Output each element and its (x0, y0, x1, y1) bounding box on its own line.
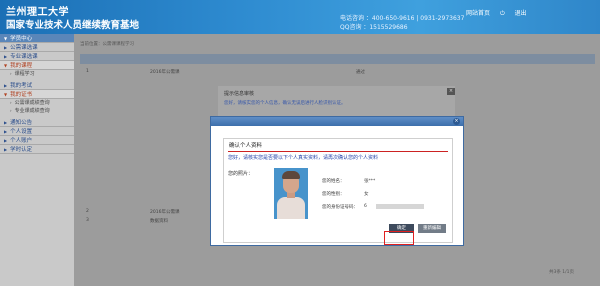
triangle-icon: ▶ (4, 129, 8, 134)
sidebar-item-notices[interactable]: ▶ 通知公告 (0, 118, 74, 127)
breadcrumb: 当前位置：公需课课程学习 (80, 42, 134, 47)
qq-info: QQ咨询 ：1515529686 (340, 24, 408, 31)
sidebar-item-settings[interactable]: ▶ 个人设置 (0, 127, 74, 136)
table-header (80, 54, 595, 64)
sidebar-sub-pro-score[interactable]: › 专业课成绩查询 (0, 107, 74, 115)
university-name: 兰州理工大学 (6, 7, 69, 18)
sidebar-item-my-courses[interactable]: ▼ 我的课程 (0, 61, 74, 70)
triangle-icon: ▶ (4, 45, 8, 50)
site-header: 兰州理工大学 国家专业技术人员继续教育基地 电话咨询 ：400-650-9616… (0, 0, 600, 34)
pagination: 共3条 1/1页 (549, 270, 575, 275)
photo-label: 您的照片： (228, 171, 254, 177)
contact-info: 电话咨询 ：400-650-9616 | 0931-2973637 QQ咨询 ：… (340, 14, 464, 32)
background-dialog-note: 您好，请核实您的个人信息，确认无误后进行人脸识别认证。 (224, 101, 346, 106)
background-dialog-title: 提示信息审核 (224, 91, 255, 97)
divider (228, 151, 448, 152)
dialog-titlebar (211, 117, 463, 126)
triangle-icon: › (10, 108, 12, 113)
notice-text: 您好，请核实您是否要以下个人真实资料，请再次确认您的个人资料 (228, 155, 379, 161)
gender-value: 女 (364, 192, 369, 197)
triangle-icon: ▶ (4, 120, 8, 125)
home-link[interactable]: 网站首页 (466, 10, 490, 17)
phone-info: 电话咨询 ：400-650-9616 | 0931-2973637 (340, 15, 465, 22)
logout-link[interactable]: ⏻ 退出 (500, 10, 535, 17)
sidebar-item-public-course[interactable]: ▶ 公需课选课 (0, 43, 74, 52)
triangle-icon: ▼ (4, 63, 8, 68)
close-icon[interactable]: × (453, 118, 460, 125)
gender-field: 您的性别： 女 (322, 192, 369, 197)
name-value: 张*** (364, 179, 376, 184)
sidebar: ▼ 学员中心 ▶ 公需课选课 ▶ 专业课选课 ▼ 我的课程 › 课程学习 ▶ 我的考试 ▼ 我… (0, 34, 74, 286)
re-edit-button[interactable]: 重新编辑 (418, 224, 446, 233)
name-field: 您的姓名： 张*** (322, 179, 376, 184)
triangle-icon: ▶ (4, 147, 8, 152)
confirm-highlight-ring (384, 231, 414, 245)
sidebar-sub-course-study[interactable]: › 课程学习 (0, 70, 74, 78)
id-redacted (376, 204, 424, 209)
top-nav: 网站首页 ⏻ 退出 (466, 8, 543, 18)
triangle-icon: › (10, 71, 12, 76)
close-icon[interactable]: × (447, 88, 455, 95)
photo-blur (274, 168, 308, 219)
triangle-icon: ▼ (4, 92, 8, 97)
sidebar-item-my-exams[interactable]: ▶ 我的考试 (0, 81, 74, 90)
power-icon: ⏻ (499, 10, 505, 17)
dialog-title: 确认个人资料 (229, 143, 263, 149)
sidebar-item-student-center[interactable]: ▼ 学员中心 (0, 34, 74, 43)
triangle-icon: ▼ (4, 36, 8, 41)
sidebar-sub-public-score[interactable]: › 公需课成绩查询 (0, 99, 74, 107)
triangle-icon: ▶ (4, 138, 8, 143)
triangle-icon: › (10, 100, 12, 105)
id-field: 您的身份证号码： 6 (322, 204, 424, 210)
sidebar-item-account[interactable]: ▶ 个人账户 (0, 136, 74, 145)
id-value: 6 (364, 204, 367, 209)
confirm-profile-dialog: × 确认个人资料 您好，请核实您是否要以下个人真实资料，请再次确认您的个人资料 … (210, 116, 464, 246)
triangle-icon: ▶ (4, 54, 8, 59)
user-photo (274, 168, 308, 219)
triangle-icon: ▶ (4, 83, 8, 88)
sidebar-item-hours[interactable]: ▶ 学时认定 (0, 145, 74, 154)
site-subtitle: 国家专业技术人员继续教育基地 (6, 20, 140, 31)
sidebar-item-pro-course[interactable]: ▶ 专业课选课 (0, 52, 74, 61)
table-row: 1 2016年公需课 通过 (86, 69, 365, 75)
sidebar-item-my-certs[interactable]: ▼ 我的证书 (0, 90, 74, 99)
